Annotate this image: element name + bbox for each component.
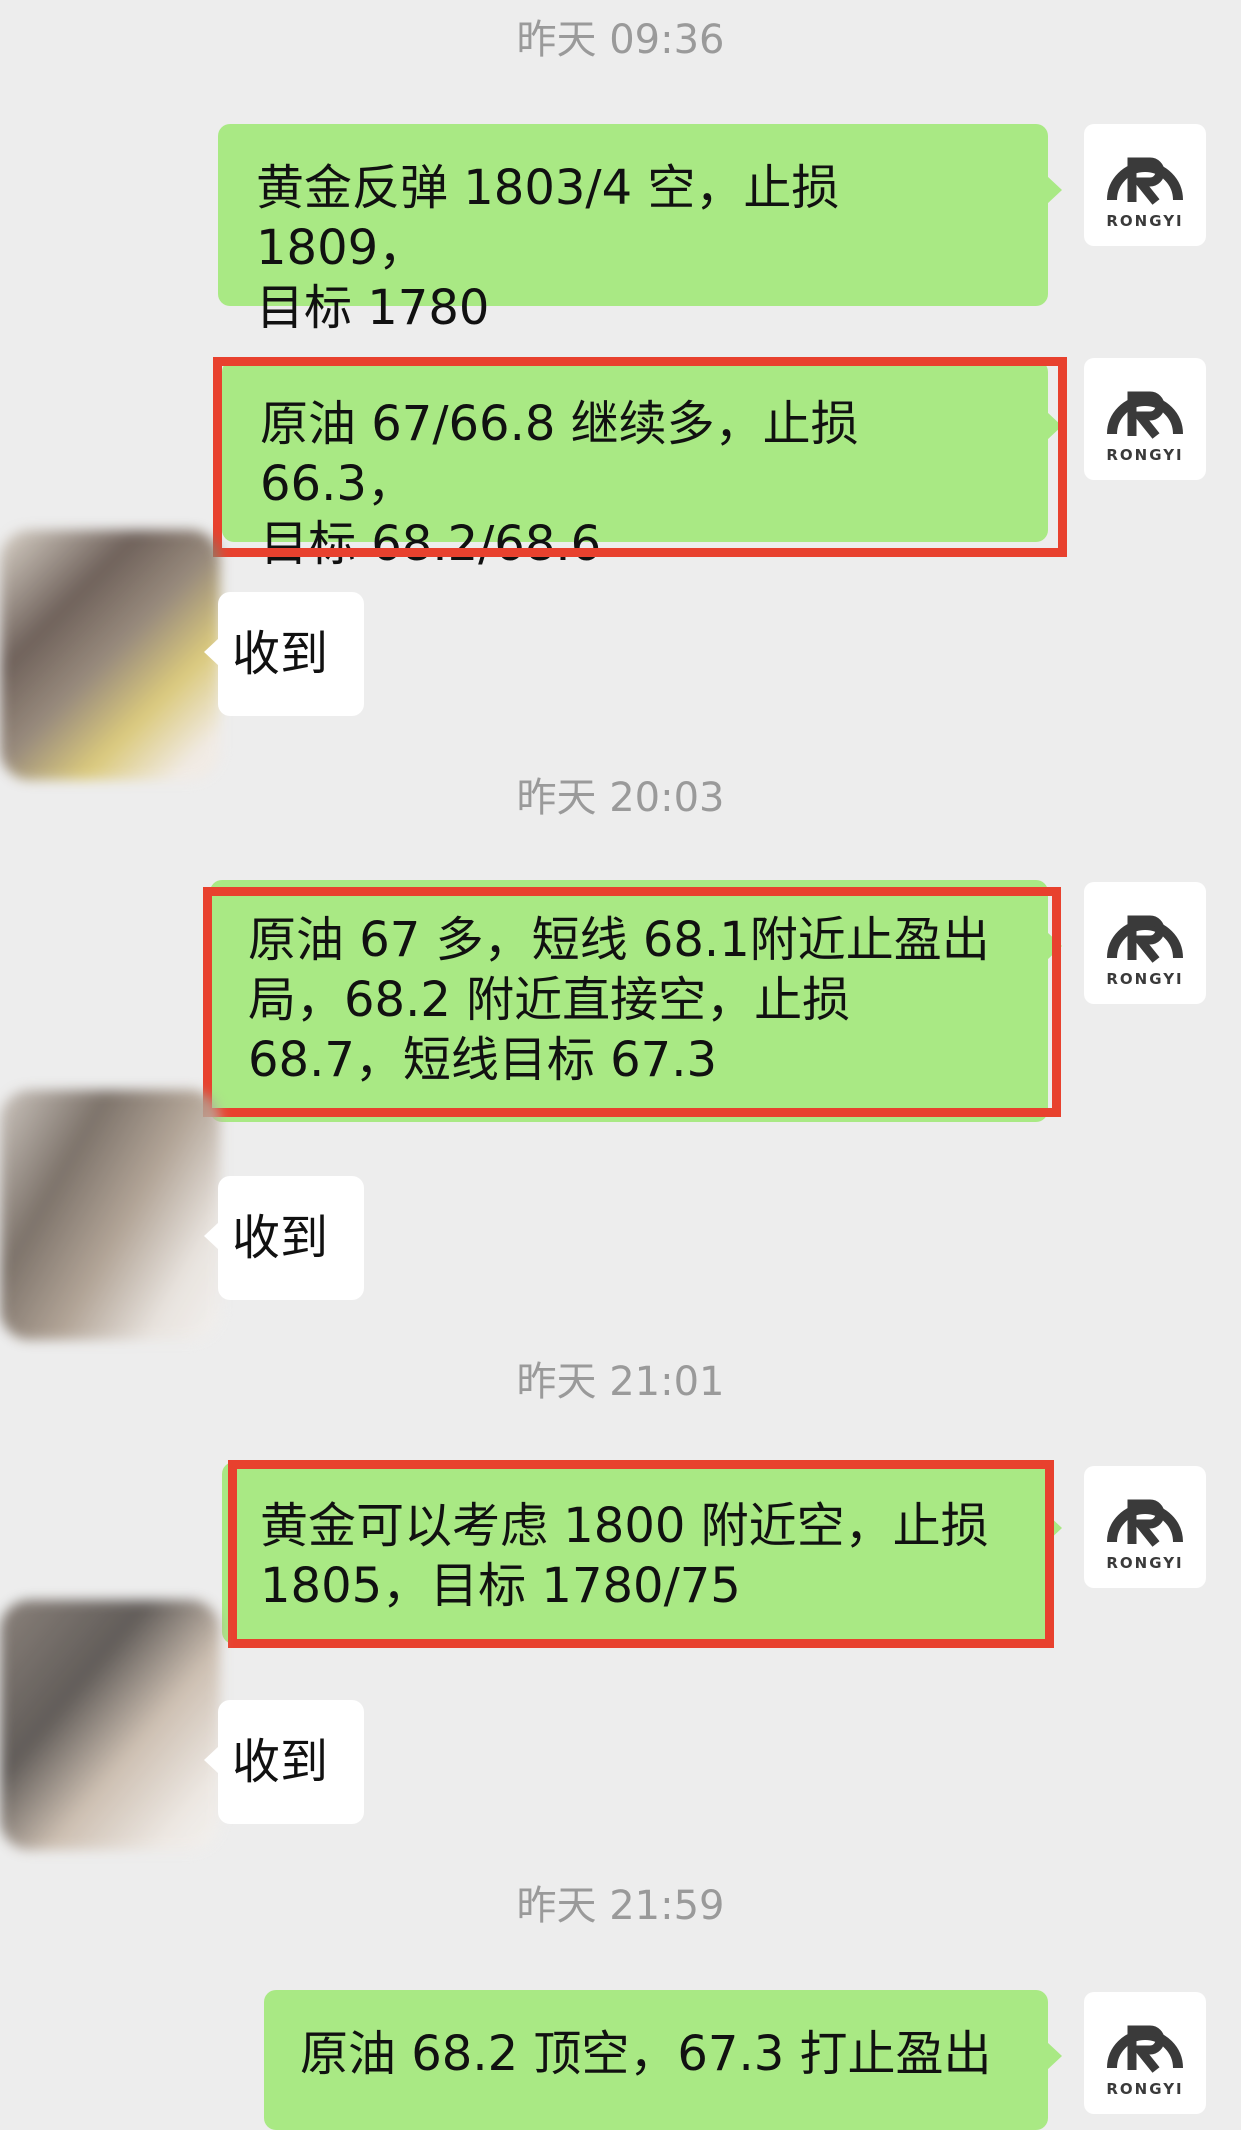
avatar-brand-text: RONGYI — [1106, 446, 1184, 464]
incoming-message-bubble[interactable]: 收到 — [204, 1700, 364, 1824]
sender-avatar[interactable]: RONGYI — [1084, 1992, 1206, 2114]
sender-avatar[interactable]: RONGYI — [1084, 358, 1206, 480]
timestamp: 昨天 20:03 — [516, 775, 725, 821]
outgoing-message-bubble[interactable]: 原油 68.2 顶空，67.3 打止盈出 — [264, 1990, 1062, 2130]
sender-avatar[interactable]: RONGYI — [1084, 882, 1206, 1004]
red-highlight-box — [203, 887, 1061, 1117]
rongyi-logo-icon — [1107, 2025, 1183, 2073]
red-highlight-box — [213, 357, 1067, 557]
incoming-message-bubble[interactable]: 收到 — [204, 1176, 364, 1300]
timestamp: 昨天 09:36 — [516, 17, 725, 63]
rongyi-logo-icon — [1107, 157, 1183, 205]
avatar-brand-text: RONGYI — [1106, 1554, 1184, 1572]
incoming-message-bubble[interactable]: 收到 — [204, 592, 364, 716]
timestamp: 昨天 21:59 — [516, 1883, 725, 1929]
rongyi-logo-icon — [1107, 391, 1183, 439]
rongyi-logo-icon — [1107, 915, 1183, 963]
sender-avatar[interactable]: RONGYI — [1084, 124, 1206, 246]
contact-avatar[interactable] — [0, 530, 220, 780]
outgoing-message-bubble[interactable]: 黄金反弹 1803/4 空，止损 1809， 目标 1780 — [218, 124, 1062, 336]
message-line: 原油 68.2 顶空，67.3 打止盈出 — [300, 2026, 992, 2082]
avatar-brand-text: RONGYI — [1106, 970, 1184, 988]
message-line: 黄金反弹 1803/4 空，止损 1809， — [256, 160, 840, 276]
avatar-brand-text: RONGYI — [1106, 212, 1184, 230]
timestamp: 昨天 21:01 — [516, 1359, 725, 1405]
rongyi-logo-icon — [1107, 1499, 1183, 1547]
avatar-brand-text: RONGYI — [1106, 2080, 1184, 2098]
contact-avatar[interactable] — [0, 1090, 220, 1340]
red-highlight-box — [228, 1460, 1054, 1648]
contact-avatar[interactable] — [0, 1600, 220, 1850]
sender-avatar[interactable]: RONGYI — [1084, 1466, 1206, 1588]
message-line: 目标 1780 — [256, 280, 490, 336]
